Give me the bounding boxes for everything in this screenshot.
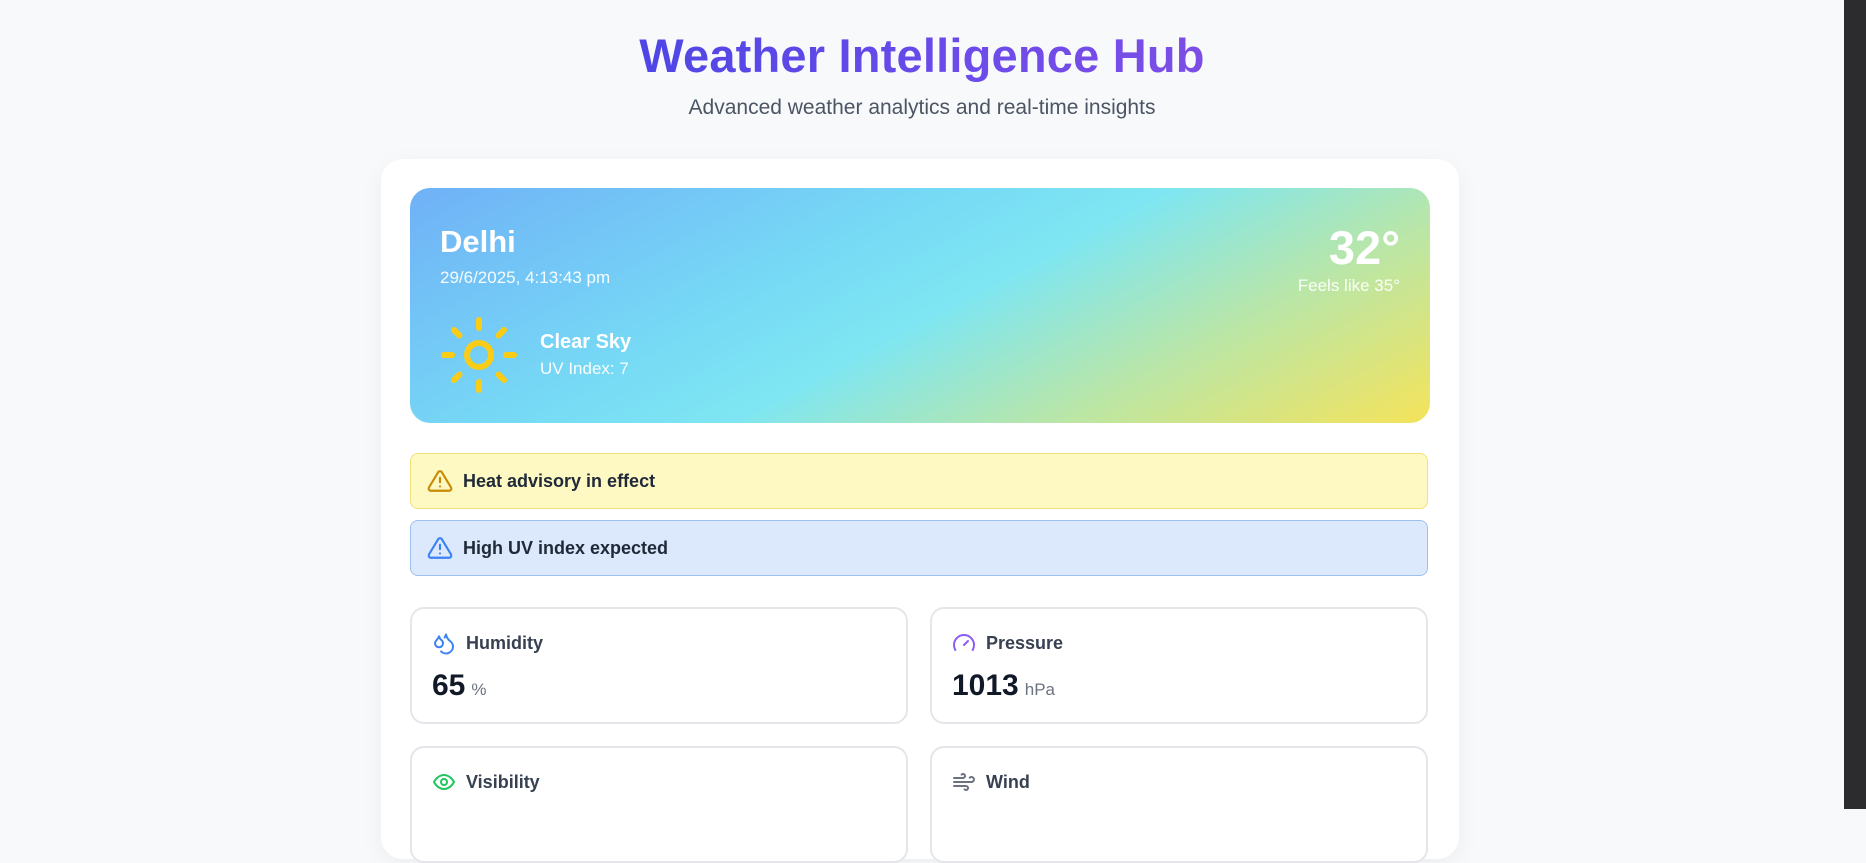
weather-panel: Delhi 29/6/2025, 4:13:43 pm 32° Feels li… bbox=[381, 159, 1459, 863]
humidity-card: Humidity 65 % bbox=[410, 607, 908, 724]
wind-icon bbox=[952, 770, 976, 794]
pressure-card: Pressure 1013 hPa bbox=[930, 607, 1428, 724]
pressure-value: 1013 bbox=[952, 669, 1019, 702]
gauge-icon bbox=[952, 631, 976, 655]
droplets-icon bbox=[432, 631, 456, 655]
alert-text: Heat advisory in effect bbox=[463, 470, 656, 491]
page-subtitle: Advanced weather analytics and real-time… bbox=[688, 96, 1156, 119]
visibility-label: Visibility bbox=[466, 771, 540, 792]
uv-alert: High UV index expected bbox=[410, 520, 1428, 576]
city-name: Delhi bbox=[440, 224, 516, 259]
humidity-unit: % bbox=[471, 680, 487, 699]
page-title: Weather Intelligence Hub bbox=[639, 29, 1205, 82]
page-header: Weather Intelligence Hub Advanced weathe… bbox=[0, 28, 1844, 120]
eye-icon bbox=[432, 770, 456, 794]
current-temperature: 32° bbox=[1328, 221, 1400, 274]
pressure-label: Pressure bbox=[986, 632, 1064, 653]
current-weather-card: Delhi 29/6/2025, 4:13:43 pm 32° Feels li… bbox=[410, 188, 1430, 423]
pressure-unit: hPa bbox=[1024, 680, 1055, 699]
humidity-label: Humidity bbox=[466, 632, 544, 653]
heat-advisory-alert: Heat advisory in effect bbox=[410, 453, 1428, 509]
weather-condition: Clear Sky bbox=[540, 331, 632, 353]
alert-text: High UV index expected bbox=[463, 537, 669, 558]
window-edge bbox=[1844, 0, 1866, 809]
humidity-value: 65 bbox=[432, 669, 466, 702]
wind-label: Wind bbox=[986, 771, 1030, 792]
uv-index: UV Index: 7 bbox=[540, 359, 629, 378]
visibility-card: Visibility bbox=[410, 746, 908, 863]
warning-triangle-icon bbox=[427, 468, 453, 494]
current-datetime: 29/6/2025, 4:13:43 pm bbox=[440, 268, 611, 287]
warning-triangle-icon bbox=[427, 535, 453, 561]
sun-icon bbox=[440, 316, 518, 394]
wind-card: Wind bbox=[930, 746, 1428, 863]
feels-like: Feels like 35° bbox=[1297, 276, 1400, 295]
